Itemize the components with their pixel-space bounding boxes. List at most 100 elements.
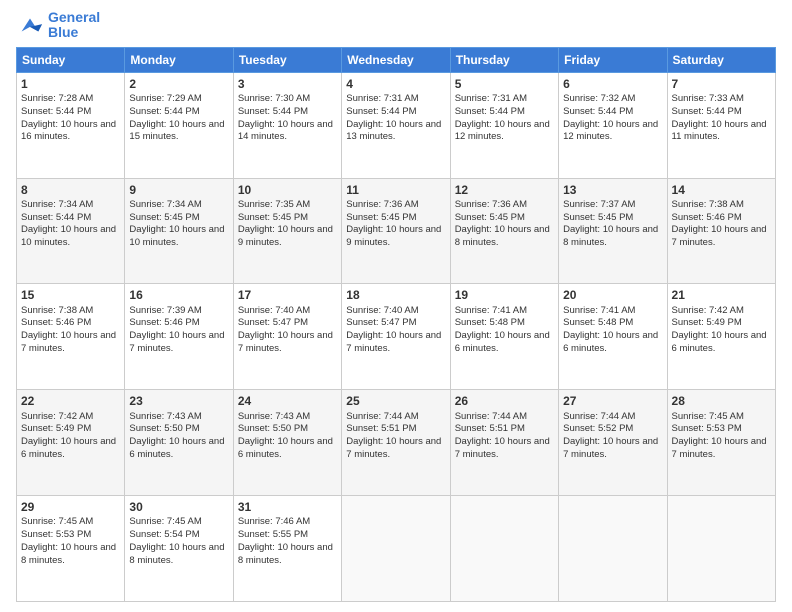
day-number: 27 [563, 393, 662, 409]
day-number: 12 [455, 182, 554, 198]
calendar-cell: 17Sunrise: 7:40 AMSunset: 5:47 PMDayligh… [233, 284, 341, 390]
sunset-text: Sunset: 5:50 PM [238, 423, 308, 434]
sunset-text: Sunset: 5:54 PM [129, 529, 199, 540]
calendar-day-header: Saturday [667, 47, 775, 72]
calendar-cell: 9Sunrise: 7:34 AMSunset: 5:45 PMDaylight… [125, 178, 233, 284]
daylight-text: Daylight: 10 hours and 9 minutes. [346, 224, 441, 248]
day-number: 19 [455, 287, 554, 303]
day-number: 6 [563, 76, 662, 92]
day-number: 15 [21, 287, 120, 303]
sunrise-text: Sunrise: 7:44 AM [563, 411, 635, 422]
calendar-day-header: Monday [125, 47, 233, 72]
calendar-cell: 21Sunrise: 7:42 AMSunset: 5:49 PMDayligh… [667, 284, 775, 390]
calendar-cell: 13Sunrise: 7:37 AMSunset: 5:45 PMDayligh… [559, 178, 667, 284]
daylight-text: Daylight: 10 hours and 7 minutes. [346, 436, 441, 460]
calendar-day-header: Friday [559, 47, 667, 72]
daylight-text: Daylight: 10 hours and 8 minutes. [238, 542, 333, 566]
logo: General Blue [16, 10, 100, 41]
day-number: 30 [129, 499, 228, 515]
day-number: 2 [129, 76, 228, 92]
calendar-day-header: Thursday [450, 47, 558, 72]
daylight-text: Daylight: 10 hours and 15 minutes. [129, 119, 224, 143]
calendar-cell: 14Sunrise: 7:38 AMSunset: 5:46 PMDayligh… [667, 178, 775, 284]
calendar-week-row: 29Sunrise: 7:45 AM Sunset: 5:53 PM Dayligh… [17, 496, 776, 602]
calendar-cell: 12Sunrise: 7:36 AMSunset: 5:45 PMDayligh… [450, 178, 558, 284]
sunset-text: Sunset: 5:53 PM [672, 423, 742, 434]
calendar-cell [559, 496, 667, 602]
sunrise-text: Sunrise: 7:36 AM [346, 199, 418, 210]
calendar-cell: 4Sunrise: 7:31 AMSunset: 5:44 PMDaylight… [342, 72, 450, 178]
calendar-cell: 30Sunrise: 7:45 AMSunset: 5:54 PMDayligh… [125, 496, 233, 602]
calendar-cell: 3Sunrise: 7:30 AMSunset: 5:44 PMDaylight… [233, 72, 341, 178]
sunset-text: Sunset: 5:49 PM [21, 423, 91, 434]
sunrise-text: Sunrise: 7:29 AM [129, 93, 201, 104]
daylight-text: Daylight: 10 hours and 12 minutes. [455, 119, 550, 143]
sunrise-text: Sunrise: 7:31 AM [346, 93, 418, 104]
daylight-text: Daylight: 10 hours and 16 minutes. [21, 119, 116, 143]
calendar-cell [342, 496, 450, 602]
sunrise-text: Sunrise: 7:44 AM [346, 411, 418, 422]
day-number: 7 [672, 76, 771, 92]
sunset-text: Sunset: 5:45 PM [129, 212, 199, 223]
day-number: 8 [21, 182, 120, 198]
calendar-cell: 16Sunrise: 7:39 AMSunset: 5:46 PMDayligh… [125, 284, 233, 390]
daylight-text: Daylight: 10 hours and 7 minutes. [129, 330, 224, 354]
calendar-day-header: Wednesday [342, 47, 450, 72]
daylight-text: Daylight: 10 hours and 6 minutes. [129, 436, 224, 460]
day-number: 22 [21, 393, 120, 409]
day-number: 21 [672, 287, 771, 303]
sunset-text: Sunset: 5:53 PM [21, 529, 91, 540]
sunrise-text: Sunrise: 7:40 AM [238, 305, 310, 316]
day-number: 9 [129, 182, 228, 198]
daylight-text: Daylight: 10 hours and 7 minutes. [672, 224, 767, 248]
sunrise-text: Sunrise: 7:36 AM [455, 199, 527, 210]
day-number: 16 [129, 287, 228, 303]
sunset-text: Sunset: 5:44 PM [21, 106, 91, 117]
sunset-text: Sunset: 5:45 PM [346, 212, 416, 223]
calendar-cell: 25Sunrise: 7:44 AMSunset: 5:51 PMDayligh… [342, 390, 450, 496]
sunrise-text: Sunrise: 7:42 AM [21, 411, 93, 422]
daylight-text: Daylight: 10 hours and 10 minutes. [129, 224, 224, 248]
daylight-text: Daylight: 10 hours and 8 minutes. [563, 224, 658, 248]
day-number: 17 [238, 287, 337, 303]
sunrise-text: Sunrise: 7:45 AM [21, 516, 93, 527]
sunset-text: Sunset: 5:55 PM [238, 529, 308, 540]
daylight-text: Daylight: 10 hours and 8 minutes. [21, 542, 116, 566]
day-number: 5 [455, 76, 554, 92]
calendar-cell: 20Sunrise: 7:41 AMSunset: 5:48 PMDayligh… [559, 284, 667, 390]
day-number: 29 [21, 499, 120, 515]
sunrise-text: Sunrise: 7:35 AM [238, 199, 310, 210]
daylight-text: Daylight: 10 hours and 12 minutes. [563, 119, 658, 143]
sunset-text: Sunset: 5:46 PM [21, 317, 91, 328]
sunset-text: Sunset: 5:49 PM [672, 317, 742, 328]
daylight-text: Daylight: 10 hours and 7 minutes. [563, 436, 658, 460]
calendar-cell: 19Sunrise: 7:41 AMSunset: 5:48 PMDayligh… [450, 284, 558, 390]
daylight-text: Daylight: 10 hours and 14 minutes. [238, 119, 333, 143]
calendar-table: SundayMondayTuesdayWednesdayThursdayFrid… [16, 47, 776, 602]
sunset-text: Sunset: 5:47 PM [346, 317, 416, 328]
sunrise-text: Sunrise: 7:38 AM [21, 305, 93, 316]
sunset-text: Sunset: 5:50 PM [129, 423, 199, 434]
sunrise-text: Sunrise: 7:44 AM [455, 411, 527, 422]
sunset-text: Sunset: 5:48 PM [455, 317, 525, 328]
daylight-text: Daylight: 10 hours and 6 minutes. [672, 330, 767, 354]
logo-icon [16, 11, 44, 39]
daylight-text: Daylight: 10 hours and 8 minutes. [129, 542, 224, 566]
daylight-text: Daylight: 10 hours and 11 minutes. [672, 119, 767, 143]
calendar-cell: 1Sunrise: 7:28 AMSunset: 5:44 PMDaylight… [17, 72, 125, 178]
sunrise-text: Sunrise: 7:33 AM [672, 93, 744, 104]
daylight-text: Daylight: 10 hours and 7 minutes. [455, 436, 550, 460]
sunrise-text: Sunrise: 7:45 AM [672, 411, 744, 422]
sunrise-text: Sunrise: 7:43 AM [129, 411, 201, 422]
daylight-text: Daylight: 10 hours and 6 minutes. [455, 330, 550, 354]
calendar-week-row: 1Sunrise: 7:28 AMSunset: 5:44 PMDaylight… [17, 72, 776, 178]
header: General Blue [16, 10, 776, 41]
sunset-text: Sunset: 5:44 PM [346, 106, 416, 117]
calendar-week-row: 8Sunrise: 7:34 AMSunset: 5:44 PMDaylight… [17, 178, 776, 284]
daylight-text: Daylight: 10 hours and 6 minutes. [238, 436, 333, 460]
sunrise-text: Sunrise: 7:31 AM [455, 93, 527, 104]
sunrise-text: Sunrise: 7:34 AM [21, 199, 93, 210]
daylight-text: Daylight: 10 hours and 6 minutes. [563, 330, 658, 354]
daylight-text: Daylight: 10 hours and 10 minutes. [21, 224, 116, 248]
sunrise-text: Sunrise: 7:39 AM [129, 305, 201, 316]
